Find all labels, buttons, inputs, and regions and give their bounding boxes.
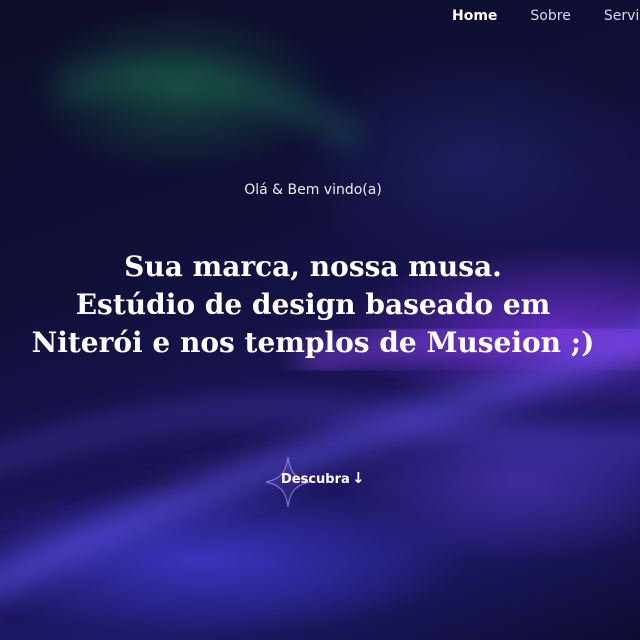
main-nav: Home Sobre Servi <box>452 6 639 26</box>
nav-item-home[interactable]: Home <box>452 6 497 26</box>
discover-button-label: Descubra <box>281 472 350 487</box>
arrow-down-icon: ↓ <box>352 469 365 487</box>
hero-headline: Sua marca, nossa musa. Estúdio de design… <box>0 248 626 362</box>
hero-greeting: Olá & Bem vindo(a) <box>244 182 382 198</box>
hero-section: Home Sobre Servi Olá & Bem vindo(a) Sua … <box>0 0 640 640</box>
headline-line: Sua marca, nossa musa. <box>124 250 502 283</box>
nav-item-sobre[interactable]: Sobre <box>530 6 570 26</box>
headline-line: Estúdio de design baseado em <box>75 288 551 321</box>
headline-line: Niterói e nos templos de Museion ;) <box>31 326 595 359</box>
nav-item-servicos[interactable]: Servi <box>604 6 639 26</box>
discover-button[interactable]: Descubra ↓ <box>262 455 372 509</box>
